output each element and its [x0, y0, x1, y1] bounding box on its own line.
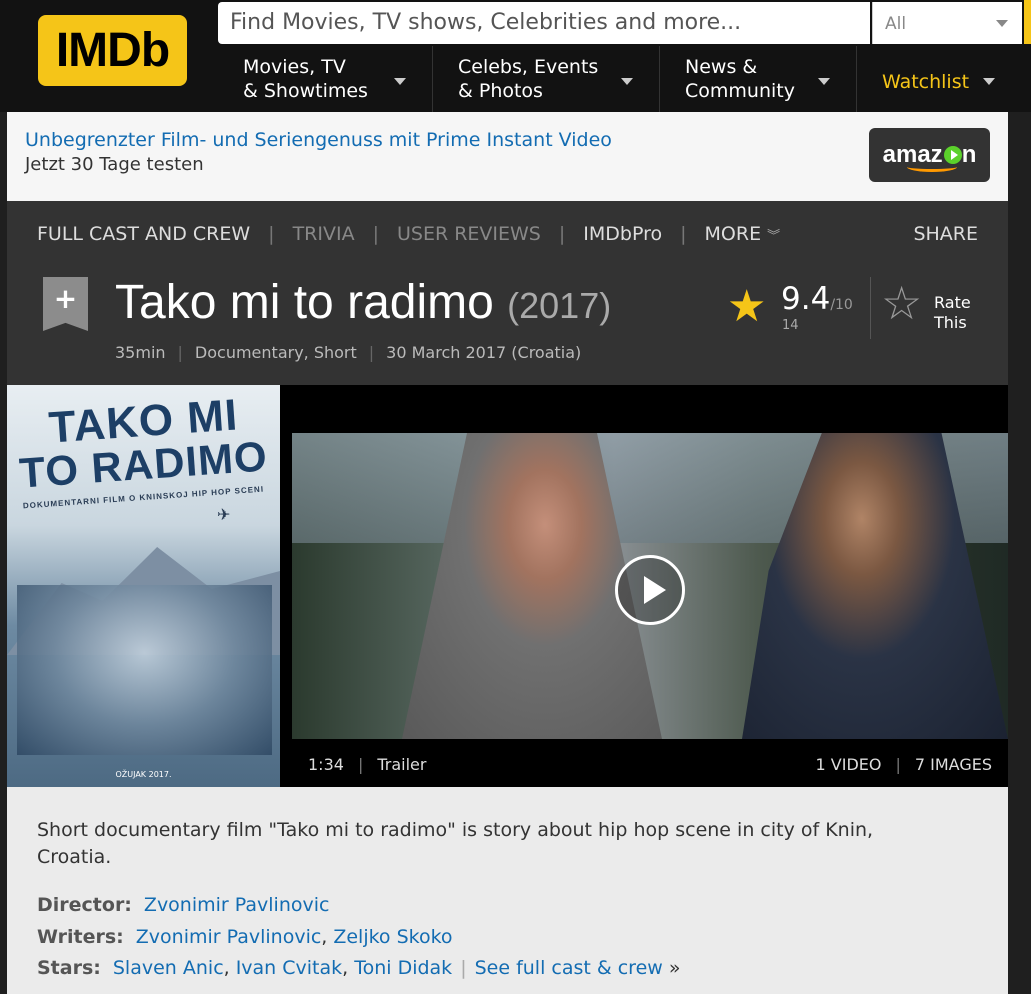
nav-news-community[interactable]: News & Community	[659, 46, 856, 112]
video-duration: 1:34	[308, 755, 344, 774]
subnav-more[interactable]: MORE	[705, 223, 762, 245]
search-button-edge[interactable]	[1024, 0, 1031, 44]
play-icon[interactable]	[615, 555, 685, 625]
divider: |	[558, 223, 566, 245]
site-header: IMDb All Movies, TV & Showtimes Celebs, …	[0, 0, 1031, 112]
chevron-down-icon	[394, 78, 406, 85]
person-link[interactable]: Toni Didak	[354, 957, 452, 979]
chevron-down-icon	[996, 20, 1008, 27]
person-link[interactable]: Zeljko Skoko	[333, 926, 452, 948]
videos-link[interactable]: 1 VIDEO	[816, 755, 882, 774]
nav-watchlist[interactable]: Watchlist	[856, 46, 1021, 112]
double-chevron-down-icon[interactable]: ︾	[767, 225, 780, 244]
subnav-trivia[interactable]: TRIVIA	[293, 223, 355, 245]
promo-banner[interactable]: Unbegrenzter Film- und Seriengenuss mit …	[7, 112, 1008, 201]
chevron-down-icon	[983, 78, 995, 85]
subnav-user-reviews[interactable]: USER REVIEWS	[397, 223, 541, 245]
add-to-watchlist-ribbon[interactable]: +	[43, 277, 88, 331]
divider	[870, 277, 871, 339]
divider: |	[268, 223, 275, 245]
page-title: Tako mi to radimo (2017)	[115, 275, 611, 330]
star-outline-icon: ☆	[881, 276, 923, 330]
subnav-full-cast[interactable]: FULL CAST AND CREW	[37, 223, 250, 245]
media-strip: TAKO MI TO RADIMO DOKUMENTARNI FILM O KN…	[7, 385, 1008, 787]
divider: |	[177, 343, 183, 362]
nav-label: Celebs, Events	[458, 56, 599, 78]
nav-label: Movies, TV	[243, 56, 346, 78]
person-link[interactable]: Zvonimir Pavlinovic	[144, 894, 330, 916]
trailer-video[interactable]: 1:34 | Trailer 1 VIDEO | 7 IMAGES	[292, 385, 1008, 787]
rating-value-block: 9.4/10	[781, 281, 853, 317]
rating-scale: /10	[830, 297, 853, 313]
promo-subline: Jetzt 30 Tage testen	[25, 154, 204, 175]
subnav-imdbpro[interactable]: IMDbPro	[583, 223, 662, 245]
rate-label-line: This	[934, 313, 967, 332]
release-date[interactable]: 30 March 2017 (Croatia)	[386, 343, 581, 362]
airplane-icon: ✈	[217, 505, 231, 524]
credit-label: Stars:	[37, 957, 101, 979]
poster-date: OŽUJAK 2017.	[115, 770, 172, 779]
writers-credit: Writers: Zvonimir Pavlinovic, Zeljko Skoko	[37, 926, 453, 948]
plot-text: Short documentary film "Tako mi to radim…	[37, 819, 874, 868]
person-link[interactable]: Zvonimir Pavlinovic	[136, 926, 322, 948]
star-icon: ★	[727, 281, 767, 332]
title-meta: 35min | Documentary, Short | 30 March 2017 (…	[115, 343, 581, 362]
runtime: 35min	[115, 343, 166, 362]
rate-label-line: Rate	[934, 293, 971, 312]
main-nav: Movies, TV & Showtimes Celebs, Events & …	[218, 46, 1021, 112]
chevron-down-icon	[818, 78, 830, 85]
credit-label: Director:	[37, 894, 132, 916]
search-category-select[interactable]: All	[872, 2, 1022, 44]
director-credit: Director: Zvonimir Pavlinovic	[37, 894, 329, 916]
nav-celebs-events[interactable]: Celebs, Events & Photos	[432, 46, 659, 112]
separator: ,	[321, 926, 328, 948]
rate-this-label: Rate This	[934, 293, 971, 333]
amazon-logo[interactable]: amaz n	[869, 128, 990, 182]
video-kind: Trailer	[377, 755, 427, 774]
rating-count[interactable]: 14	[782, 318, 799, 333]
nav-label: Community	[685, 80, 795, 102]
share-button[interactable]: SHARE	[913, 223, 978, 245]
poster-people	[17, 585, 272, 755]
amazon-logo-text: n	[961, 141, 977, 168]
poster-image[interactable]: TAKO MI TO RADIMO DOKUMENTARNI FILM O KN…	[7, 385, 280, 787]
person-link[interactable]: Ivan Cvitak	[236, 957, 342, 979]
title-name: Tako mi to radimo	[115, 276, 494, 329]
nav-label: Watchlist	[882, 71, 970, 93]
title-year[interactable]: (2017)	[507, 285, 611, 326]
nav-movies-tv[interactable]: Movies, TV & Showtimes	[218, 46, 432, 112]
chevron-down-icon	[621, 78, 633, 85]
nav-label: News &	[685, 56, 758, 78]
imdb-rating: ★ 9.4/10 14	[727, 281, 867, 341]
separator: ,	[342, 957, 349, 979]
imdb-title-page: IMDb All Movies, TV & Showtimes Celebs, …	[0, 0, 1031, 994]
rating-value: 9.4	[781, 281, 831, 317]
credit-label: Writers:	[37, 926, 124, 948]
divider: |	[895, 755, 901, 774]
imdb-logo[interactable]: IMDb	[38, 15, 187, 86]
search-input[interactable]	[218, 2, 870, 44]
divider: |	[357, 755, 364, 774]
full-cast-link[interactable]: See full cast & crew	[475, 957, 663, 979]
divider: |	[460, 957, 467, 979]
person-link[interactable]: Slaven Anic	[113, 957, 224, 979]
stars-credit: Stars: Slaven Anic, Ivan Cvitak, Toni Didak…	[37, 957, 680, 979]
video-caption: 1:34 | Trailer	[308, 755, 426, 774]
divider: |	[368, 343, 375, 362]
plus-icon: +	[53, 282, 78, 315]
amazon-smile-icon	[907, 162, 957, 172]
double-chevron-right-icon: »	[668, 957, 681, 979]
promo-headline[interactable]: Unbegrenzter Film- und Seriengenuss mit …	[25, 129, 612, 151]
search-category-value: All	[885, 14, 907, 34]
plot-summary: Short documentary film "Tako mi to radim…	[7, 787, 1008, 994]
media-counts: 1 VIDEO | 7 IMAGES	[816, 755, 992, 774]
divider: |	[680, 223, 687, 245]
images-link[interactable]: 7 IMAGES	[915, 755, 992, 774]
genres[interactable]: Documentary, Short	[195, 343, 357, 362]
divider: |	[372, 223, 379, 245]
separator: ,	[223, 957, 230, 979]
title-overview: FULL CAST AND CREW | TRIVIA | USER REVIE…	[7, 201, 1008, 385]
title-subnav: FULL CAST AND CREW | TRIVIA | USER REVIE…	[37, 223, 780, 245]
